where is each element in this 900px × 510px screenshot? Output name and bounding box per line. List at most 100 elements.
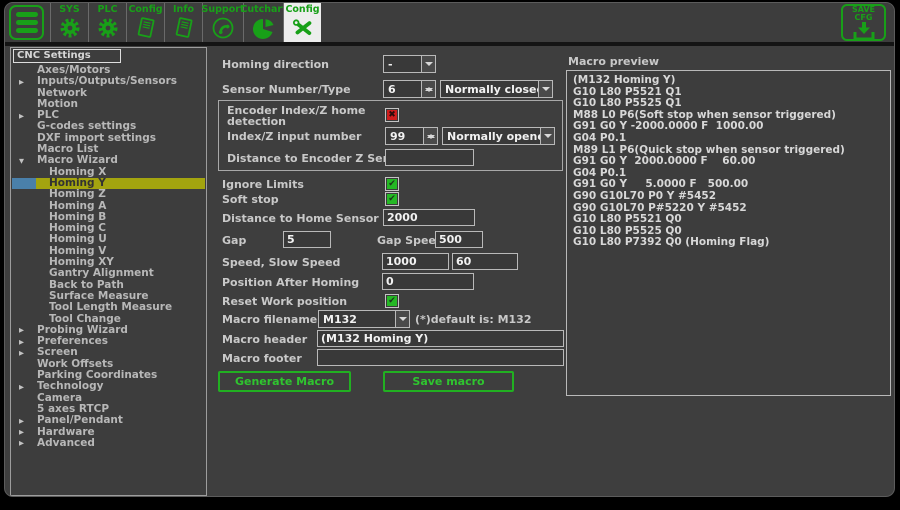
macro-footer-label: Macro footer (222, 352, 302, 365)
slow-speed-input[interactable] (452, 253, 518, 270)
tree-item-label: Gantry Alignment (12, 268, 205, 279)
chevron-down-icon[interactable] (540, 128, 554, 144)
check-icon: ✔ (387, 296, 397, 306)
tree-item[interactable]: Homing U (12, 234, 205, 245)
tree-item-label: Homing U (12, 234, 205, 245)
expand-arrow-icon[interactable]: ▶ (19, 325, 24, 336)
expand-arrow-icon[interactable]: ▶ (19, 348, 24, 359)
tree-item-label: Homing C (12, 223, 205, 234)
save-config-button[interactable]: SAVE CFG (841, 4, 886, 41)
tree-item[interactable]: ▶ Technology (12, 381, 205, 392)
cross-icon: ✖ (387, 110, 397, 120)
distance-encoder-input[interactable] (385, 149, 474, 166)
macro-filename-note: (*)default is: M132 (415, 313, 532, 326)
tab-plc[interactable]: PLC (88, 3, 126, 42)
menu-button[interactable] (9, 5, 44, 40)
tab-support[interactable]: Support (202, 3, 243, 42)
spinner-arrows-icon[interactable] (421, 81, 435, 97)
macro-header-input[interactable] (317, 330, 564, 347)
reset-work-checkbox[interactable]: ✔ (385, 294, 399, 308)
chevron-down-icon[interactable] (538, 81, 552, 97)
chevron-down-icon[interactable] (395, 311, 409, 327)
tab-cutchart[interactable]: Cutchart (243, 3, 283, 42)
hamburger-icon (16, 20, 38, 25)
expand-arrow-icon[interactable]: ▶ (19, 111, 24, 122)
tree-item[interactable]: ▶ Advanced (12, 438, 205, 449)
expand-arrow-icon[interactable]: ▶ (19, 427, 24, 438)
speed-input[interactable] (382, 253, 449, 270)
tab-info[interactable]: Info (164, 3, 202, 42)
expand-arrow-icon[interactable]: ▶ (19, 438, 24, 449)
macro-preview-box: (M132 Homing Y) G10 L80 P5521 Q1 G10 L80… (566, 70, 891, 396)
tree-item-label: Homing Y (12, 178, 205, 189)
distance-home-input[interactable] (383, 209, 475, 226)
macro-preview-line: G90 G10L70 P0 Y #5452 (573, 191, 884, 203)
tree-item[interactable]: ▶ Inputs/Outputs/Sensors (12, 76, 205, 87)
gap-speed-input[interactable] (435, 231, 483, 248)
punched-card-icon (173, 14, 195, 42)
tools-icon (290, 14, 316, 42)
chevron-down-icon[interactable] (421, 56, 435, 72)
cnc-settings-window: SYS PLC Config Info (4, 2, 895, 497)
macro-preview-line: G04 P0.1 (573, 133, 884, 145)
tree-item-label: Tool Length Measure (12, 302, 205, 313)
expand-arrow-icon[interactable]: ▶ (19, 416, 24, 427)
toolbar-divider (5, 42, 894, 46)
settings-tree: CNC Settings Axes/Motors ▶ Inputs/Output… (10, 47, 207, 496)
check-icon: ✔ (387, 179, 397, 189)
app-frame: SYS PLC Config Info (0, 0, 900, 510)
expand-arrow-icon[interactable]: ▶ (19, 77, 24, 88)
macro-footer-input[interactable] (317, 349, 564, 366)
save-macro-button[interactable]: Save macro (383, 371, 514, 392)
tree-item[interactable]: Homing X (12, 167, 205, 178)
hamburger-icon (16, 28, 38, 33)
homing-direction-label: Homing direction (222, 58, 329, 71)
soft-stop-label: Soft stop (222, 193, 279, 206)
distance-encoder-label: Distance to Encoder Z Sensor (227, 152, 410, 165)
tree-item[interactable]: Gantry Alignment (12, 268, 205, 279)
expand-arrow-icon[interactable]: ▶ (19, 337, 24, 348)
punched-card-icon (135, 14, 157, 42)
macro-filename-select[interactable]: M132 (318, 310, 410, 328)
index-input-number-spinner[interactable]: 99 (385, 127, 438, 145)
phone-icon (211, 14, 235, 42)
homing-direction-select[interactable]: - (383, 55, 436, 73)
tree-item[interactable]: ▶ Panel/Pendant (12, 415, 205, 426)
tree-item[interactable]: Tool Length Measure (12, 302, 205, 313)
tree-item-label: Advanced (12, 438, 205, 449)
speed-slow-label: Speed, Slow Speed (222, 256, 340, 269)
tree-item-label: Homing B (12, 212, 205, 223)
spinner-arrows-icon[interactable] (423, 128, 437, 144)
encoder-detection-checkbox[interactable]: ✖ (385, 108, 399, 122)
sensor-number-spinner[interactable]: 6 (383, 80, 436, 98)
position-after-input[interactable] (382, 273, 474, 290)
tab-sys[interactable]: SYS (50, 3, 88, 42)
distance-home-label: Distance to Home Sensor (222, 212, 379, 225)
sensor-type-select[interactable]: Normally closed (440, 80, 553, 98)
tree-item-label: Homing Z (12, 189, 205, 200)
encoder-detection-label: Encoder Index/Z home detection (227, 105, 379, 127)
gap-input[interactable] (283, 231, 331, 248)
macro-preview-line: G10 L80 P5521 Q0 (573, 214, 884, 226)
tab-config-files[interactable]: Config (126, 3, 164, 42)
macro-header-label: Macro header (222, 333, 307, 346)
tree-item[interactable]: Homing B (12, 212, 205, 223)
pie-chart-icon (252, 14, 276, 42)
hamburger-icon (16, 12, 38, 17)
tree-item[interactable]: Homing C (12, 223, 205, 234)
tree-title: CNC Settings (13, 49, 121, 63)
tree-item[interactable]: Homing Z (12, 189, 205, 200)
index-input-type-select[interactable]: Normally opened (442, 127, 555, 145)
tab-config[interactable]: Config (283, 3, 321, 42)
expand-arrow-icon[interactable]: ▶ (19, 382, 24, 393)
tree-item[interactable]: ▼ Macro Wizard (12, 155, 205, 166)
soft-stop-checkbox[interactable]: ✔ (385, 192, 399, 206)
macro-filename-label: Macro filename (222, 313, 317, 326)
ignore-limits-checkbox[interactable]: ✔ (385, 177, 399, 191)
reset-work-label: Reset Work position (222, 295, 347, 308)
tree-item-label: Panel/Pendant (12, 415, 205, 426)
tree-item[interactable]: Homing Y (12, 178, 205, 189)
expand-arrow-icon[interactable]: ▼ (19, 156, 24, 167)
generate-macro-button[interactable]: Generate Macro (218, 371, 351, 392)
tree-item[interactable]: Homing A (12, 201, 205, 212)
